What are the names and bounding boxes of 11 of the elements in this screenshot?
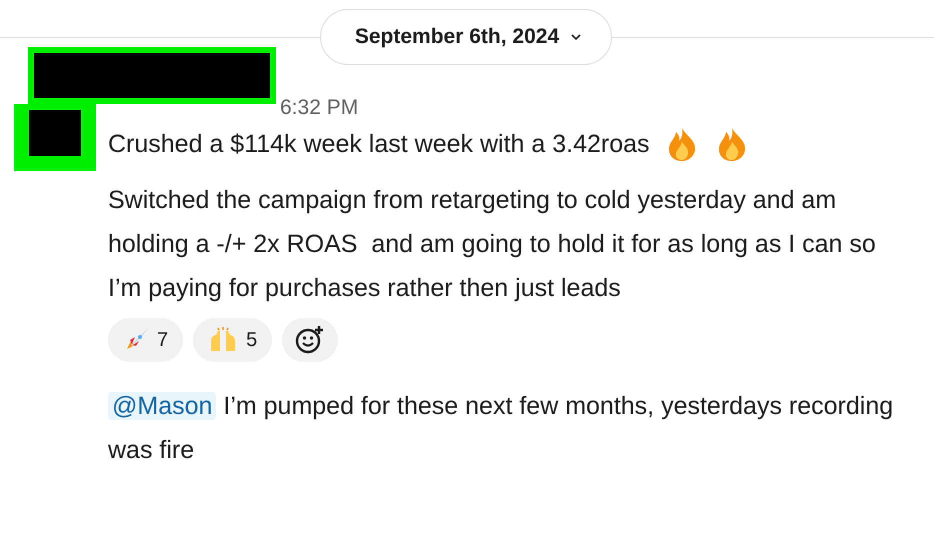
message-text: @Mason I’m pumped for these next few months, yesterdays recording was fire — [108, 391, 894, 466]
message-text: Crushed a $114k week last week with a 3.42roas — [108, 129, 650, 160]
user-mention[interactable]: @Mason — [108, 392, 216, 420]
message-time: 6:32 PM — [280, 96, 358, 120]
add-reaction-icon — [295, 325, 326, 355]
date-divider-button[interactable]: September 6th, 2024 — [320, 9, 612, 65]
caret-icon — [571, 34, 582, 40]
reaction-button[interactable]: 5 — [193, 318, 272, 362]
add-reaction-button[interactable] — [282, 318, 338, 362]
reaction-button[interactable]: 7 — [108, 318, 184, 362]
message-text: Switched the campaign from retargeting to cold yesterday and am holding a -/+ 2x ROAS and am going to hold it for as long as I can so I’m paying for purchases rather then just leads — [108, 185, 877, 304]
